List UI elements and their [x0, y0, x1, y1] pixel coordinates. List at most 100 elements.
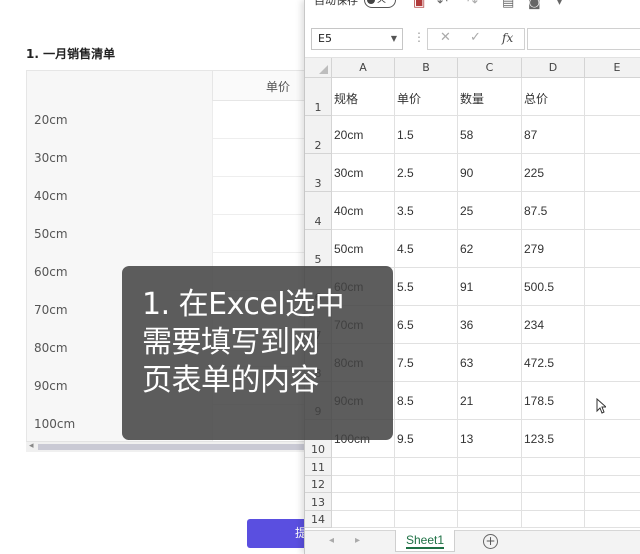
cell-b6[interactable]: 5.5 — [395, 268, 458, 306]
cell-e8[interactable] — [585, 344, 640, 382]
name-box[interactable]: E5 ▼ — [311, 28, 403, 50]
scroll-left-icon[interactable]: ◂ — [29, 441, 34, 451]
save-icon[interactable]: ▣ — [413, 0, 425, 10]
row-header-2[interactable]: 2 — [305, 116, 332, 154]
redo-icon[interactable]: ↷ — [467, 0, 478, 10]
row-header-5[interactable]: 5 — [305, 230, 332, 268]
cell-c6[interactable]: 91 — [458, 268, 522, 306]
add-sheet-icon[interactable]: + — [483, 534, 498, 549]
row-header-4[interactable]: 4 — [305, 192, 332, 230]
cell-c8[interactable]: 63 — [458, 344, 522, 382]
cell-a5[interactable]: 50cm — [332, 230, 395, 268]
cell-c10[interactable]: 13 — [458, 420, 522, 458]
column-header-a[interactable]: A — [332, 58, 395, 78]
undo-icon[interactable]: ↶ — [437, 0, 448, 10]
cell-c4[interactable]: 25 — [458, 192, 522, 230]
more-icon[interactable]: ▾ — [557, 0, 562, 8]
cell-e9[interactable] — [585, 382, 640, 420]
cell-c1[interactable]: 数量 — [458, 78, 522, 116]
drag-handle-icon[interactable]: ⋮ — [413, 30, 425, 44]
cell-d5[interactable]: 279 — [522, 230, 585, 268]
cell-a1[interactable]: 规格 — [332, 78, 395, 116]
cell-e10[interactable] — [585, 420, 640, 458]
cell-c9[interactable]: 21 — [458, 382, 522, 420]
chevron-down-icon[interactable]: ▼ — [391, 29, 397, 49]
row-header-3[interactable]: 3 — [305, 154, 332, 192]
cell-d2[interactable]: 87 — [522, 116, 585, 154]
cell-b13[interactable] — [395, 493, 458, 511]
cell-a4[interactable]: 40cm — [332, 192, 395, 230]
cell-e13[interactable] — [585, 493, 640, 511]
row-header-12[interactable]: 12 — [305, 475, 332, 493]
row-header-11[interactable]: 11 — [305, 458, 332, 476]
cell-b4[interactable]: 3.5 — [395, 192, 458, 230]
cell-b1[interactable]: 单价 — [395, 78, 458, 116]
row-header-13[interactable]: 13 — [305, 493, 332, 511]
cell-b8[interactable]: 7.5 — [395, 344, 458, 382]
cell-a14[interactable] — [332, 510, 395, 528]
cell-b3[interactable]: 2.5 — [395, 154, 458, 192]
tab-next-icon[interactable]: ▸ — [355, 535, 360, 546]
insert-function-icon[interactable]: fx — [502, 31, 513, 45]
cell-c2[interactable]: 58 — [458, 116, 522, 154]
horizontal-scrollbar[interactable]: ◂ — [26, 441, 310, 452]
cell-d7[interactable]: 234 — [522, 306, 585, 344]
cell-d4[interactable]: 87.5 — [522, 192, 585, 230]
cell-a2[interactable]: 20cm — [332, 116, 395, 154]
cell-d8[interactable]: 472.5 — [522, 344, 585, 382]
cell-b2[interactable]: 1.5 — [395, 116, 458, 154]
cell-d10[interactable]: 123.5 — [522, 420, 585, 458]
cell-b7[interactable]: 6.5 — [395, 306, 458, 344]
cell-d13[interactable] — [522, 493, 585, 511]
formula-input[interactable] — [527, 28, 640, 50]
cell-c5[interactable]: 62 — [458, 230, 522, 268]
select-all-corner[interactable] — [305, 58, 332, 78]
camera-icon[interactable]: ◙ — [528, 0, 541, 10]
cell-c14[interactable] — [458, 510, 522, 528]
print-preview-icon[interactable]: ▤ — [502, 0, 514, 10]
cell-e7[interactable] — [585, 306, 640, 344]
cell-a12[interactable] — [332, 475, 395, 493]
cell-c3[interactable]: 90 — [458, 154, 522, 192]
cell-d9[interactable]: 178.5 — [522, 382, 585, 420]
tab-prev-icon[interactable]: ◂ — [329, 535, 334, 546]
cell-a13[interactable] — [332, 493, 395, 511]
column-header-e[interactable]: E — [585, 58, 640, 78]
cell-b10[interactable]: 9.5 — [395, 420, 458, 458]
cell-a3[interactable]: 30cm — [332, 154, 395, 192]
cell-b12[interactable] — [395, 475, 458, 493]
scrollbar-thumb[interactable] — [38, 444, 310, 450]
cell-e12[interactable] — [585, 476, 640, 493]
enter-icon[interactable]: ✓ — [470, 30, 481, 45]
cancel-icon[interactable]: ✕ — [440, 30, 451, 45]
cell-d12[interactable] — [522, 475, 585, 493]
column-header-d[interactable]: D — [522, 58, 585, 78]
cell-d3[interactable]: 225 — [522, 154, 585, 192]
cell-e14[interactable] — [585, 511, 640, 528]
column-header-b[interactable]: B — [395, 58, 458, 78]
cell-e5[interactable] — [585, 230, 640, 268]
cell-e1[interactable] — [585, 78, 640, 116]
cell-e11[interactable] — [585, 458, 640, 476]
cell-b9[interactable]: 8.5 — [395, 382, 458, 420]
cell-c13[interactable] — [458, 493, 522, 511]
cell-b14[interactable] — [395, 510, 458, 528]
cell-b11[interactable] — [395, 458, 458, 476]
cell-e6[interactable] — [585, 268, 640, 306]
cell-b5[interactable]: 4.5 — [395, 230, 458, 268]
row-header-1[interactable]: 1 — [305, 78, 332, 116]
cell-a11[interactable] — [332, 458, 395, 476]
cell-d1[interactable]: 总价 — [522, 78, 585, 116]
cell-d11[interactable] — [522, 458, 585, 476]
cell-e2[interactable] — [585, 116, 640, 154]
cell-e4[interactable] — [585, 192, 640, 230]
row-header-14[interactable]: 14 — [305, 510, 332, 528]
cell-c7[interactable]: 36 — [458, 306, 522, 344]
cell-c11[interactable] — [458, 458, 522, 476]
cell-e3[interactable] — [585, 154, 640, 192]
column-header-c[interactable]: C — [458, 58, 522, 78]
tab-sheet1[interactable]: Sheet1 — [395, 530, 455, 552]
cell-c12[interactable] — [458, 475, 522, 493]
autosave-toggle[interactable]: 关 — [364, 0, 396, 8]
cell-d6[interactable]: 500.5 — [522, 268, 585, 306]
